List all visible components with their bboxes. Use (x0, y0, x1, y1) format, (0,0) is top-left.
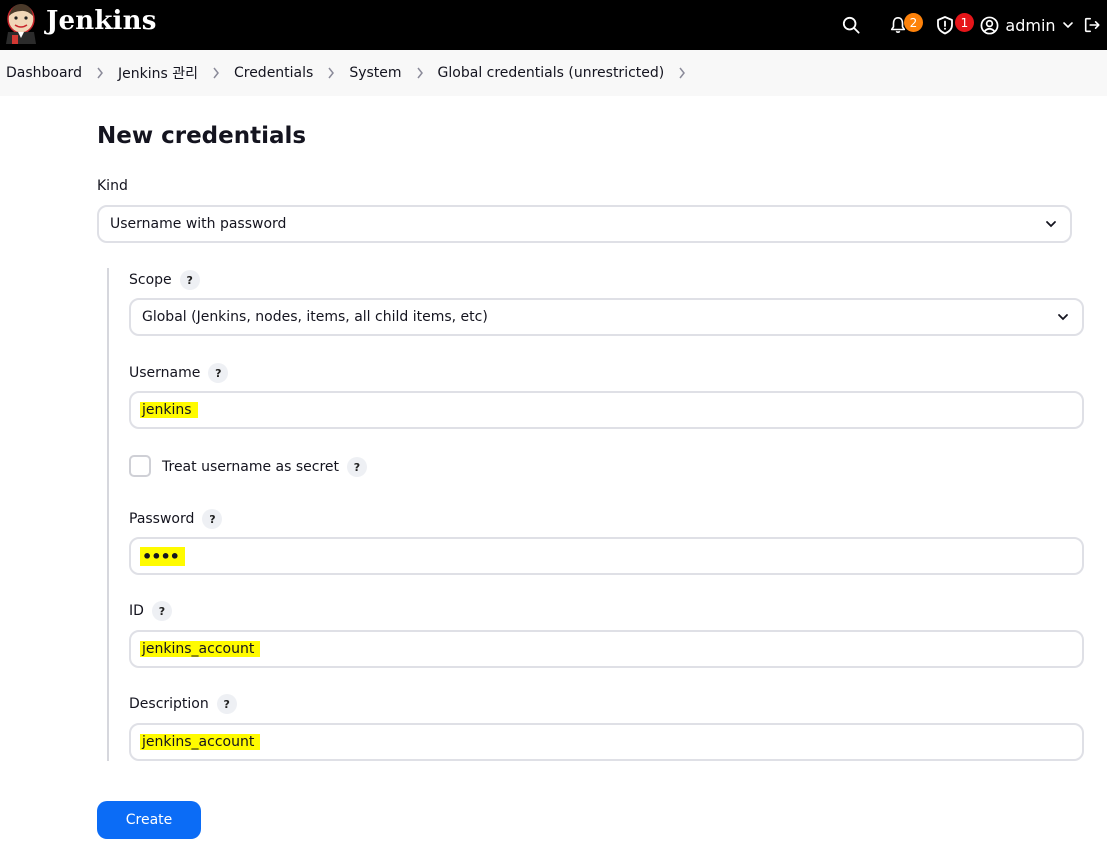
id-value: jenkins_account (140, 641, 261, 657)
username-label-text: Username (129, 365, 201, 381)
notifications-badge: 2 (904, 13, 923, 32)
treat-username-secret-checkbox[interactable] (129, 455, 151, 477)
nested-section-bar (107, 268, 109, 761)
chevron-right-icon (212, 67, 220, 79)
password-value: •••• (140, 546, 185, 566)
username-label: Username ? (129, 363, 229, 383)
chevron-down-icon (1046, 221, 1056, 228)
scope-select-value: Global (Jenkins, nodes, items, all child… (142, 309, 488, 325)
id-label-text: ID (129, 603, 144, 619)
breadcrumb-credentials[interactable]: Credentials (234, 65, 313, 81)
brand-name[interactable]: Jenkins (46, 6, 157, 36)
description-label-text: Description (129, 696, 209, 712)
scope-label: Scope ? (129, 270, 200, 290)
kind-label-text: Kind (97, 178, 128, 194)
chevron-right-icon[interactable] (678, 67, 686, 79)
breadcrumb-system[interactable]: System (349, 65, 401, 81)
chevron-down-icon (1058, 314, 1068, 321)
top-header: Jenkins 2 1 admin (0, 0, 1107, 50)
description-help-icon[interactable]: ? (216, 694, 237, 714)
password-label-text: Password (129, 511, 195, 527)
description-input[interactable]: jenkins_account (129, 723, 1084, 761)
kind-select[interactable]: Username with password (97, 205, 1072, 243)
chevron-down-icon (1062, 22, 1073, 29)
chevron-right-icon (96, 67, 104, 79)
chevron-right-icon (416, 67, 424, 79)
notifications-button[interactable]: 2 (881, 0, 927, 50)
jenkins-logo-icon[interactable] (4, 2, 38, 44)
scope-select[interactable]: Global (Jenkins, nodes, items, all child… (129, 298, 1084, 336)
security-button[interactable]: 1 (927, 0, 977, 50)
breadcrumb-dashboard[interactable]: Dashboard (6, 65, 82, 81)
username-help-icon[interactable]: ? (208, 363, 229, 383)
user-menu[interactable]: admin (977, 0, 1077, 50)
create-button[interactable]: Create (97, 801, 201, 839)
scope-label-text: Scope (129, 272, 172, 288)
breadcrumb: Dashboard Jenkins 관리 Credentials System … (0, 50, 1107, 96)
shield-icon (937, 16, 953, 35)
treat-username-secret-text[interactable]: Treat username as secret (162, 459, 339, 475)
id-label: ID ? (129, 601, 172, 621)
username-input[interactable]: jenkins (129, 391, 1084, 429)
user-name: admin (1005, 15, 1056, 35)
breadcrumb-manage-jenkins[interactable]: Jenkins 관리 (118, 63, 198, 83)
scope-help-icon[interactable]: ? (179, 270, 200, 290)
search-button[interactable] (831, 0, 871, 50)
username-value: jenkins (140, 402, 198, 418)
description-label: Description ? (129, 694, 237, 714)
security-badge: 1 (955, 13, 974, 32)
user-icon (980, 16, 999, 34)
treat-secret-help-icon[interactable]: ? (347, 457, 367, 477)
password-label: Password ? (129, 509, 223, 529)
search-icon (842, 16, 860, 34)
kind-label: Kind (97, 178, 128, 194)
password-input[interactable]: •••• (129, 537, 1084, 575)
logout-button[interactable] (1077, 0, 1107, 50)
treat-username-secret-label: Treat username as secret ? (162, 457, 367, 477)
description-value: jenkins_account (140, 734, 261, 750)
logout-icon (1084, 17, 1100, 33)
id-help-icon[interactable]: ? (151, 601, 172, 621)
password-help-icon[interactable]: ? (202, 509, 223, 529)
chevron-right-icon (327, 67, 335, 79)
breadcrumb-global-credentials[interactable]: Global credentials (unrestricted) (438, 65, 665, 81)
kind-select-value: Username with password (110, 216, 287, 232)
page-title: New credentials (97, 123, 307, 149)
id-input[interactable]: jenkins_account (129, 630, 1084, 668)
